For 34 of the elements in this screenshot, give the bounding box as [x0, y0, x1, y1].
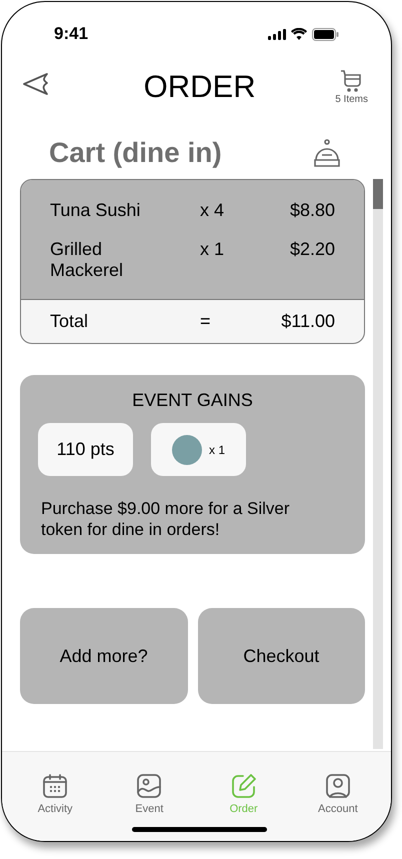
item-name: Grilled Mackerel	[50, 239, 124, 281]
item-price: $8.80	[290, 200, 335, 221]
user-icon	[324, 772, 352, 800]
page-title: ORDER	[144, 68, 256, 106]
cart-icon	[339, 68, 363, 92]
wifi-icon	[291, 28, 307, 40]
action-button[interactable]: Add more?	[20, 608, 188, 704]
back-icon	[22, 72, 50, 96]
cart-title: Cart (dine in)	[49, 136, 222, 170]
tab[interactable]: Activity	[8, 772, 102, 841]
scrollbar-thumb[interactable]	[373, 179, 383, 209]
back-button[interactable]	[22, 72, 50, 96]
battery-icon	[312, 28, 339, 40]
token-count: x 1	[208, 442, 225, 458]
action-button[interactable]: Checkout	[198, 608, 365, 704]
item-price: $2.20	[290, 239, 335, 260]
bell-icon	[313, 138, 341, 168]
image-icon	[135, 772, 164, 800]
signal-icon	[268, 28, 286, 40]
item-quantity: x 4	[200, 200, 226, 221]
gains-message: Purchase $9.00 more for a Silver token for dine in orders!	[41, 498, 291, 540]
cart-button[interactable]: 5 Items	[335, 68, 368, 107]
points-chip: 110 pts	[38, 423, 133, 476]
equals-sign: =	[200, 310, 212, 333]
tab[interactable]: Account	[290, 772, 385, 841]
status-time: 9:41	[54, 23, 88, 46]
total-label: Total	[50, 310, 90, 333]
event-gains-title: EVENT GAINS	[132, 389, 253, 412]
edit-icon	[230, 772, 258, 800]
item-name: Tuna Sushi	[50, 200, 142, 221]
tab[interactable]: Event	[102, 772, 196, 841]
calendar-icon	[41, 772, 70, 800]
item-quantity: x 1	[200, 239, 226, 260]
total-amount: $11.00	[281, 310, 335, 333]
